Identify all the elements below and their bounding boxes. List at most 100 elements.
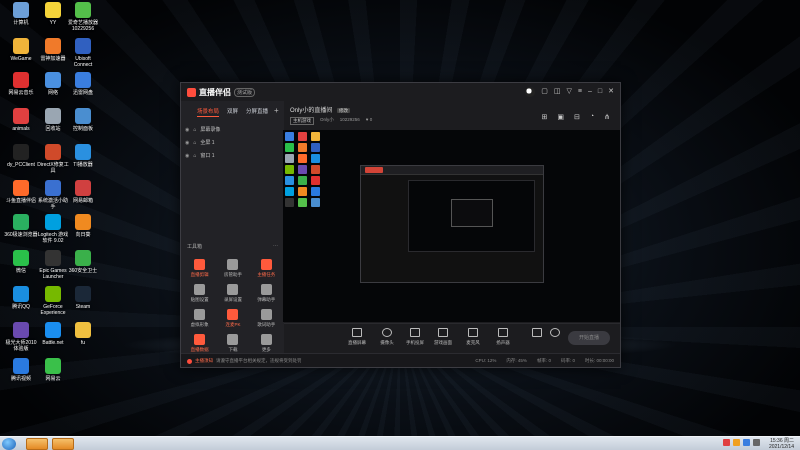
notice-text[interactable]: 请遵守直播平台相关规定，违规将受到处罚 [216, 358, 302, 364]
speaker-button[interactable]: 扬声器 [490, 328, 516, 346]
volume-icon[interactable] [753, 439, 760, 446]
screen-capture-button[interactable]: 直播屏幕 [344, 328, 370, 346]
tool-item[interactable]: 房管助手 [216, 259, 249, 278]
desktop-icon[interactable]: Logitech 游戏软件 9.02 [36, 214, 70, 244]
message-icon[interactable]: ▢ [541, 88, 548, 96]
lock-icon[interactable]: ⌂ [193, 140, 196, 146]
tool-item[interactable]: 下载 [216, 334, 249, 353]
start-button-icon[interactable] [2, 438, 16, 450]
tab-scene-layout[interactable]: 场景布局 [197, 107, 220, 117]
app-icon [75, 108, 91, 124]
source-item[interactable]: ◉ ⌂ 窗口 1 [185, 149, 284, 162]
camera-button[interactable]: 摄像头 [374, 328, 400, 346]
desktop-icon[interactable]: 360安全卫士 [66, 250, 100, 274]
desktop-icon[interactable]: 雷神加速器 [36, 38, 70, 62]
desktop-icon[interactable]: 系统激活小助手 [36, 180, 70, 210]
desktop-icon[interactable]: WeGame [4, 38, 38, 62]
desktop-icon[interactable]: YY [36, 2, 70, 26]
microphone-button[interactable]: 麦克风 [460, 328, 486, 346]
edit-room-button[interactable]: 修改 [337, 108, 351, 113]
desktop-icon[interactable]: Steam [66, 286, 100, 310]
desktop-icon[interactable]: 网易云音乐 [4, 72, 38, 96]
close-icon[interactable]: ✕ [608, 88, 614, 96]
desktop-icon[interactable]: GeForce Experience [36, 286, 70, 316]
tool-item[interactable]: 歌词助手 [250, 309, 283, 328]
tab-dual-screen[interactable]: 双屏 [227, 107, 238, 117]
skin-icon[interactable]: ▽ [567, 88, 572, 96]
minimize-icon[interactable]: – [588, 88, 592, 96]
phone-cast-button[interactable]: 手机投屏 [402, 328, 428, 346]
category-badge[interactable]: 主机游戏 [290, 117, 314, 125]
desktop-icon[interactable]: Ubisoft Connect [66, 38, 100, 68]
desktop-icon[interactable]: TI播放器 [66, 144, 100, 168]
tab-split-screen[interactable]: 分屏直播 [246, 107, 268, 117]
tool-item[interactable]: 贴图设置 [183, 284, 216, 303]
desktop-icon[interactable]: 爱奇艺播放器 10229256 [66, 2, 100, 32]
desktop-icon[interactable]: 腾讯视频 [4, 358, 38, 382]
tray-app-icon[interactable] [733, 439, 740, 446]
desktop-icon[interactable]: 腾讯QQ [4, 286, 38, 310]
tool-item[interactable]: 弹幕助手 [250, 284, 283, 303]
visibility-eye-icon[interactable]: ◉ [185, 127, 189, 133]
save-icon[interactable]: ▣ [557, 113, 564, 121]
tool-item[interactable]: 录屏设置 [216, 284, 249, 303]
nested-nested-preview [451, 199, 493, 227]
gift-box-icon[interactable]: ⊞ [542, 113, 548, 121]
start-live-button[interactable]: 开始直播 [568, 331, 610, 345]
menu-icon[interactable]: ≡ [578, 88, 582, 96]
desktop-icon[interactable]: 斗鱼直播伴侣 [4, 180, 38, 204]
taskbar-app-button[interactable] [26, 438, 48, 450]
desktop-icon[interactable]: 回收站 [36, 108, 70, 132]
toolbox-title: 工具箱 [187, 244, 203, 250]
tool-item[interactable]: 更多 [250, 334, 283, 353]
desktop-icon[interactable]: animals [4, 108, 38, 132]
desktop-icon[interactable]: dy_PCClient [4, 144, 38, 168]
preview-app-icon [285, 154, 294, 163]
live-preview[interactable] [283, 130, 620, 322]
visibility-eye-icon[interactable]: ◉ [185, 140, 189, 146]
visibility-eye-icon[interactable]: ◉ [185, 153, 189, 159]
nested-window-preview [360, 165, 544, 283]
lock-icon[interactable]: ⌂ [193, 127, 196, 133]
desktop-icon[interactable]: DirectX修复工具 [36, 144, 70, 174]
lock-icon[interactable]: ⌂ [193, 153, 196, 159]
lock-icon[interactable]: ⊟ [574, 113, 580, 121]
desktop-icon[interactable]: 360极速浏览器 [4, 214, 38, 238]
bell-icon[interactable]: ◔ [590, 113, 594, 121]
taskbar-app-button[interactable] [52, 438, 74, 450]
tool-item[interactable]: 直播数据 [183, 334, 216, 353]
desktop-icon[interactable]: 网易邮箱 [66, 180, 100, 204]
tool-item[interactable]: 直播剪辑 [183, 259, 216, 278]
desktop-icon[interactable]: 微信 [4, 250, 38, 274]
desktop-icon[interactable]: 网易云 [36, 358, 70, 382]
tool-item[interactable]: 虚拟形象 [183, 309, 216, 328]
desktop-icon[interactable]: 向日葵 [66, 214, 100, 238]
toolbox-more-icon[interactable]: ⋯ [273, 243, 278, 253]
desktop-icon[interactable]: 计算机 [4, 2, 38, 26]
desktop-icon[interactable]: fu [66, 322, 100, 346]
share-icon[interactable]: ⋔ [604, 113, 610, 121]
user-avatar[interactable] [525, 87, 536, 97]
network-icon[interactable] [743, 439, 750, 446]
settings-gear-button[interactable] [542, 328, 568, 340]
desktop-icon[interactable]: 网络 [36, 72, 70, 96]
tray-app-icon[interactable] [723, 439, 730, 446]
tool-item[interactable]: 主播任务 [250, 259, 283, 278]
title-bar[interactable]: 直播伴侣 测试版 ▢ ◫ ▽ ≡ – □ ✕ [181, 83, 620, 101]
desktop-icon[interactable]: 迅雷网盘 [66, 72, 100, 96]
gear-icon [550, 328, 560, 337]
desktop-icon[interactable]: Epic Games Launcher [36, 250, 70, 280]
tool-icon [227, 334, 239, 345]
source-item[interactable]: ◉ ⌂ 全屏 1 [185, 136, 284, 149]
source-item[interactable]: ◉ ⌂ 屏幕录像 [185, 123, 284, 136]
desktop-icon[interactable]: 控制面板 [66, 108, 100, 132]
add-scene-button[interactable]: + [274, 106, 279, 115]
desktop-icon[interactable]: Battle.net [36, 322, 70, 346]
clock[interactable]: 15:36 周二 2021/12/14 [769, 438, 794, 450]
tool-item[interactable]: 连麦PK [216, 309, 249, 328]
gift-icon[interactable]: ◫ [554, 88, 561, 96]
maximize-icon[interactable]: □ [598, 88, 602, 96]
desktop-icon[interactable]: 极光大师2010体验版 [4, 322, 38, 352]
game-capture-button[interactable]: 游戏画面 [430, 328, 456, 346]
tool-label: 主播任务 [257, 272, 276, 277]
